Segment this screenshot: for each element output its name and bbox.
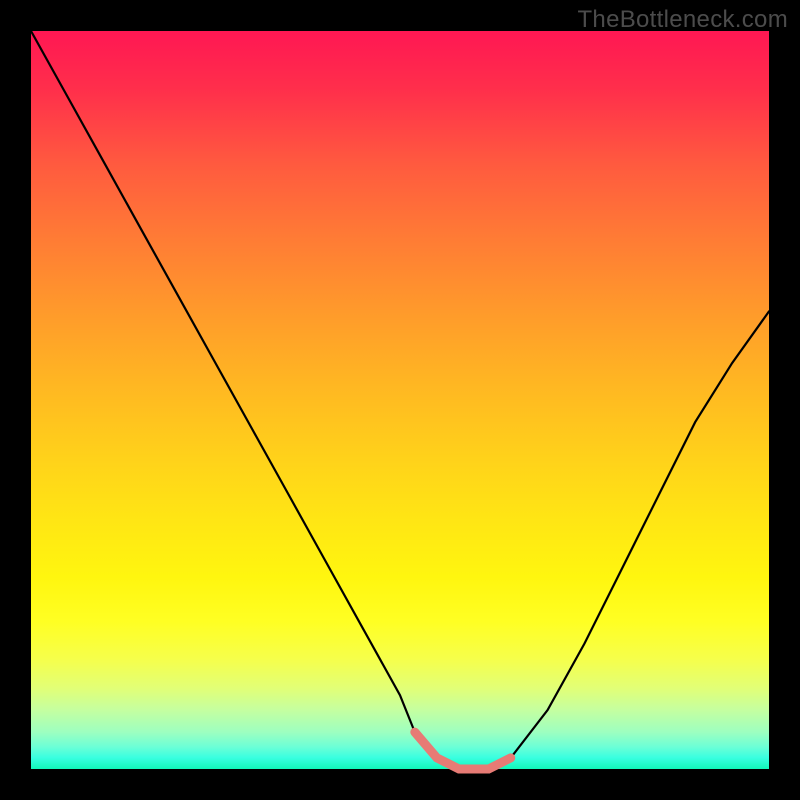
highlight-segment <box>415 732 511 769</box>
watermark-text: TheBottleneck.com <box>577 6 788 34</box>
curve-layer <box>31 31 769 769</box>
chart-frame: TheBottleneck.com <box>0 0 800 800</box>
plot-area <box>31 31 769 769</box>
bottleneck-curve <box>31 31 769 769</box>
